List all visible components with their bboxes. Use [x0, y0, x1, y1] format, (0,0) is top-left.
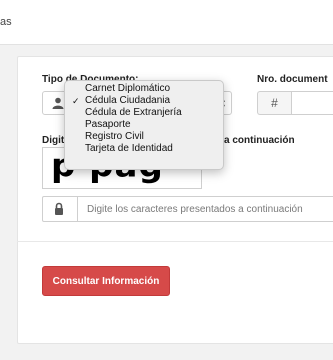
captcha-label-continued: a continuación	[224, 135, 295, 146]
checkmark-icon: ✓	[72, 96, 80, 106]
document-number-label: Nro. document	[257, 74, 328, 85]
captcha-label: Digit	[42, 135, 65, 146]
top-bar: as	[0, 0, 333, 45]
captcha-input-group	[42, 196, 333, 222]
dropdown-option-pasaporte[interactable]: Pasaporte	[65, 119, 223, 131]
option-label: Tarjeta de Identidad	[85, 143, 173, 154]
dropdown-option-cedula-ciudadania[interactable]: ✓ Cédula Ciudadania	[65, 95, 223, 107]
number-symbol-addon: #	[257, 91, 291, 115]
lock-icon	[55, 202, 63, 215]
option-label: Registro Civil	[85, 131, 144, 142]
captcha-code-input[interactable]	[77, 197, 333, 221]
divider	[17, 241, 333, 242]
option-label: Carnet Diplomático	[85, 83, 171, 94]
person-icon	[52, 97, 64, 109]
dropdown-option-cedula-extranjeria[interactable]: Cédula de Extranjería	[65, 107, 223, 119]
dropdown-option-carnet-diplomatico[interactable]: Carnet Diplomático	[65, 83, 223, 95]
lock-addon	[43, 197, 78, 221]
option-label: Cédula de Extranjería	[85, 107, 182, 118]
document-number-input[interactable]	[291, 91, 333, 115]
header-text: as	[0, 16, 12, 28]
dropdown-option-tarjeta-identidad[interactable]: Tarjeta de Identidad	[65, 143, 223, 155]
consult-button[interactable]: Consultar Información	[42, 266, 170, 296]
option-label: Pasaporte	[85, 119, 131, 130]
document-type-dropdown: Carnet Diplomático ✓ Cédula Ciudadania Cé…	[64, 80, 224, 170]
dropdown-option-registro-civil[interactable]: Registro Civil	[65, 131, 223, 143]
option-label: Cédula Ciudadania	[85, 95, 171, 106]
